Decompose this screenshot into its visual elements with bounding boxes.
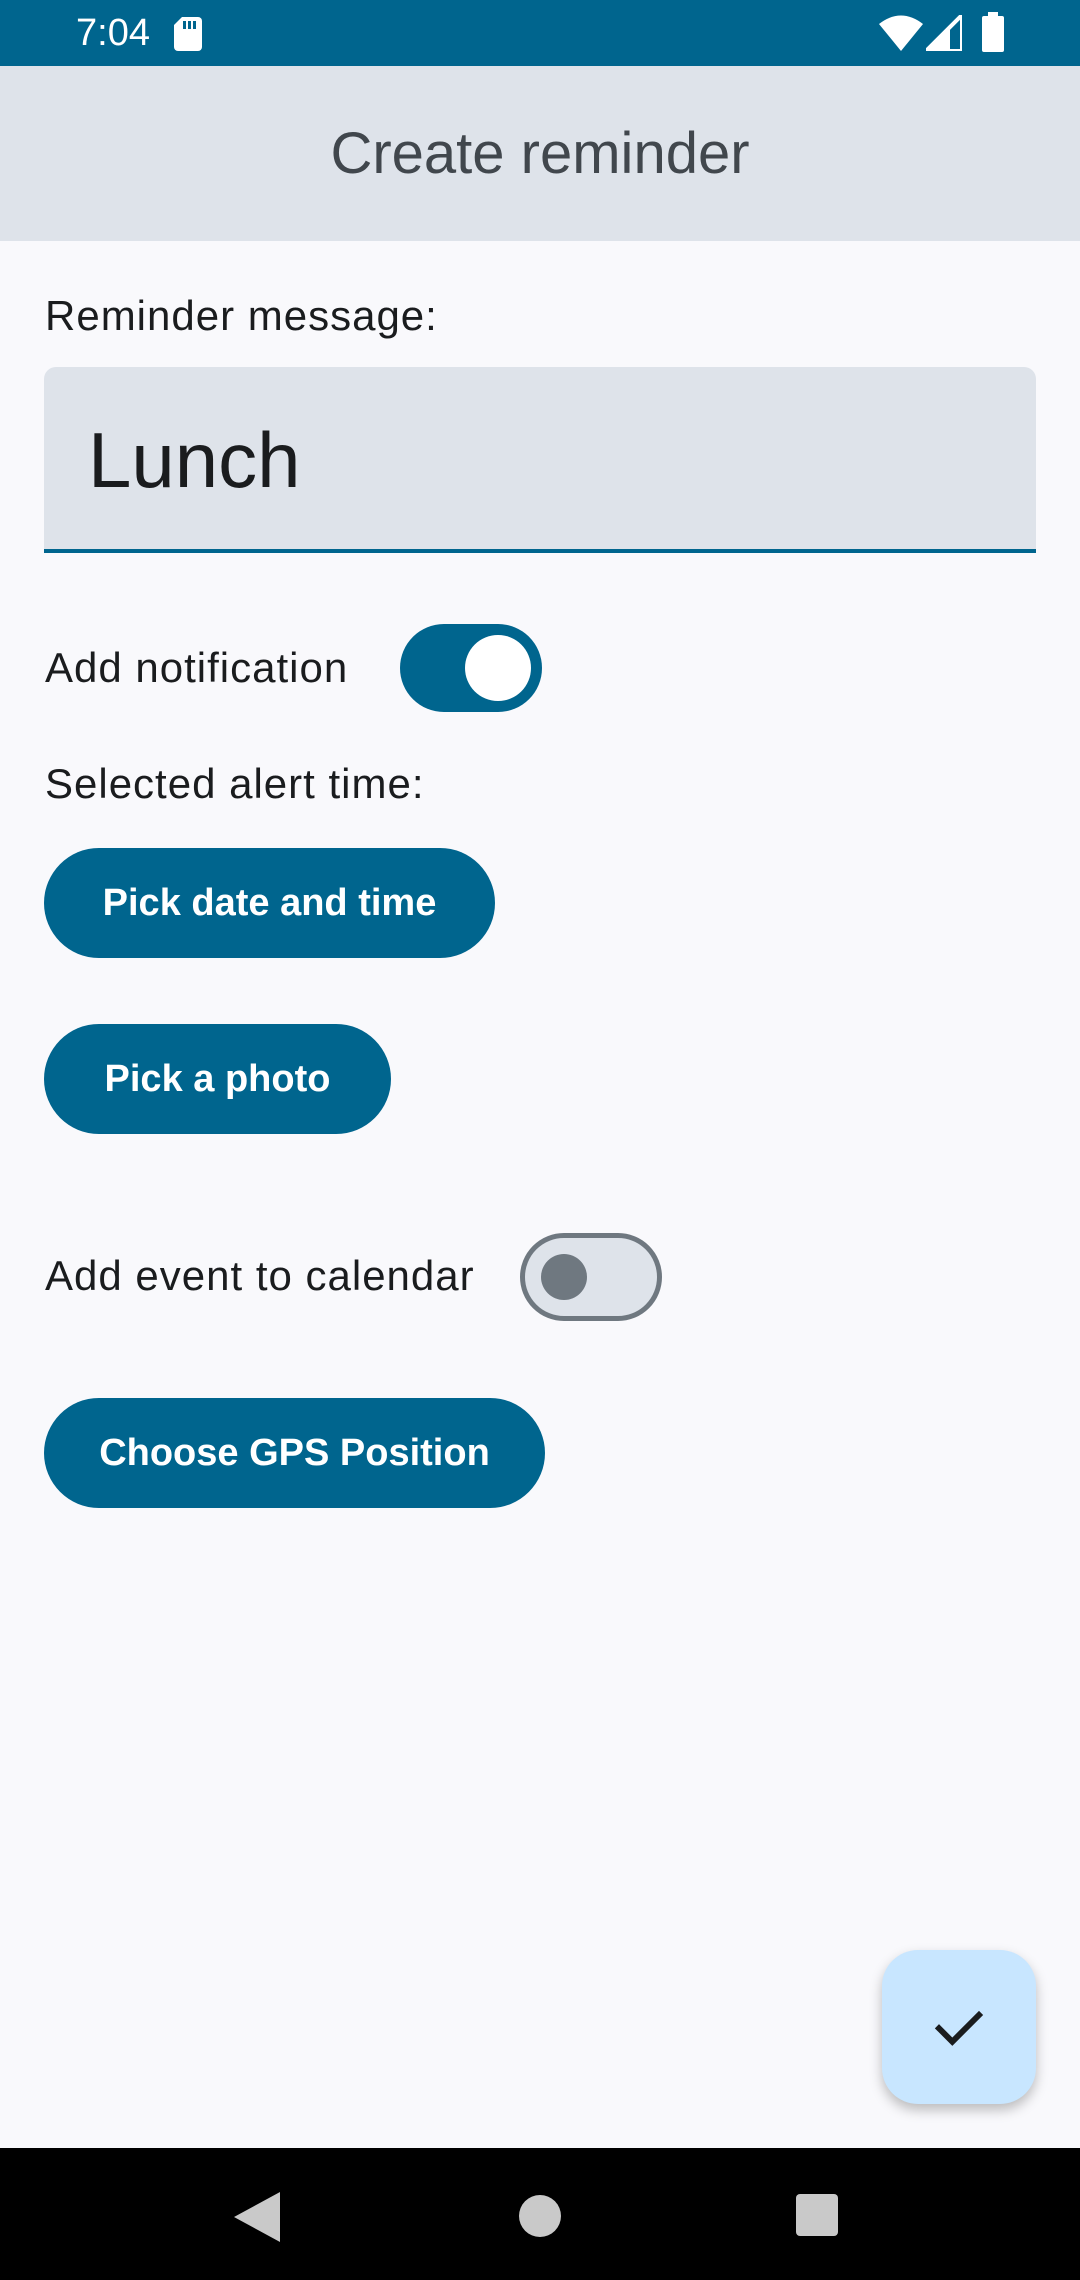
add-event-to-calendar-switch[interactable] bbox=[520, 1233, 662, 1321]
add-notification-switch[interactable] bbox=[400, 624, 542, 712]
navigation-bar bbox=[0, 2148, 1080, 2280]
pick-photo-button[interactable]: Pick a photo bbox=[44, 1024, 391, 1134]
app-bar: Create reminder bbox=[0, 66, 1080, 241]
reminder-message-value: Lunch bbox=[88, 416, 301, 504]
recents-icon[interactable] bbox=[796, 2194, 838, 2236]
add-notification-label: Add notification bbox=[45, 644, 349, 691]
add-event-to-calendar-label: Add event to calendar bbox=[45, 1252, 475, 1299]
status-time: 7:04 bbox=[76, 12, 150, 54]
selected-alert-time-label: Selected alert time: bbox=[45, 760, 425, 807]
pick-date-and-time-button[interactable]: Pick date and time bbox=[44, 848, 495, 958]
save-fab[interactable] bbox=[882, 1950, 1036, 2104]
reminder-message-field[interactable]: Lunch bbox=[44, 367, 1036, 553]
back-icon[interactable] bbox=[234, 2192, 280, 2242]
choose-gps-position-button[interactable]: Choose GPS Position bbox=[44, 1398, 545, 1508]
sd-card-icon bbox=[174, 17, 202, 51]
battery-icon bbox=[982, 12, 1004, 52]
reminder-message-label: Reminder message: bbox=[45, 292, 438, 339]
wifi-icon bbox=[879, 15, 923, 51]
cell-signal-icon bbox=[926, 15, 962, 51]
switch-thumb bbox=[465, 635, 531, 701]
page-title: Create reminder bbox=[330, 121, 750, 186]
status-bar: 7:04 bbox=[0, 0, 1080, 66]
check-icon bbox=[934, 2010, 984, 2046]
switch-thumb bbox=[541, 1254, 587, 1300]
home-icon[interactable] bbox=[518, 2194, 562, 2238]
